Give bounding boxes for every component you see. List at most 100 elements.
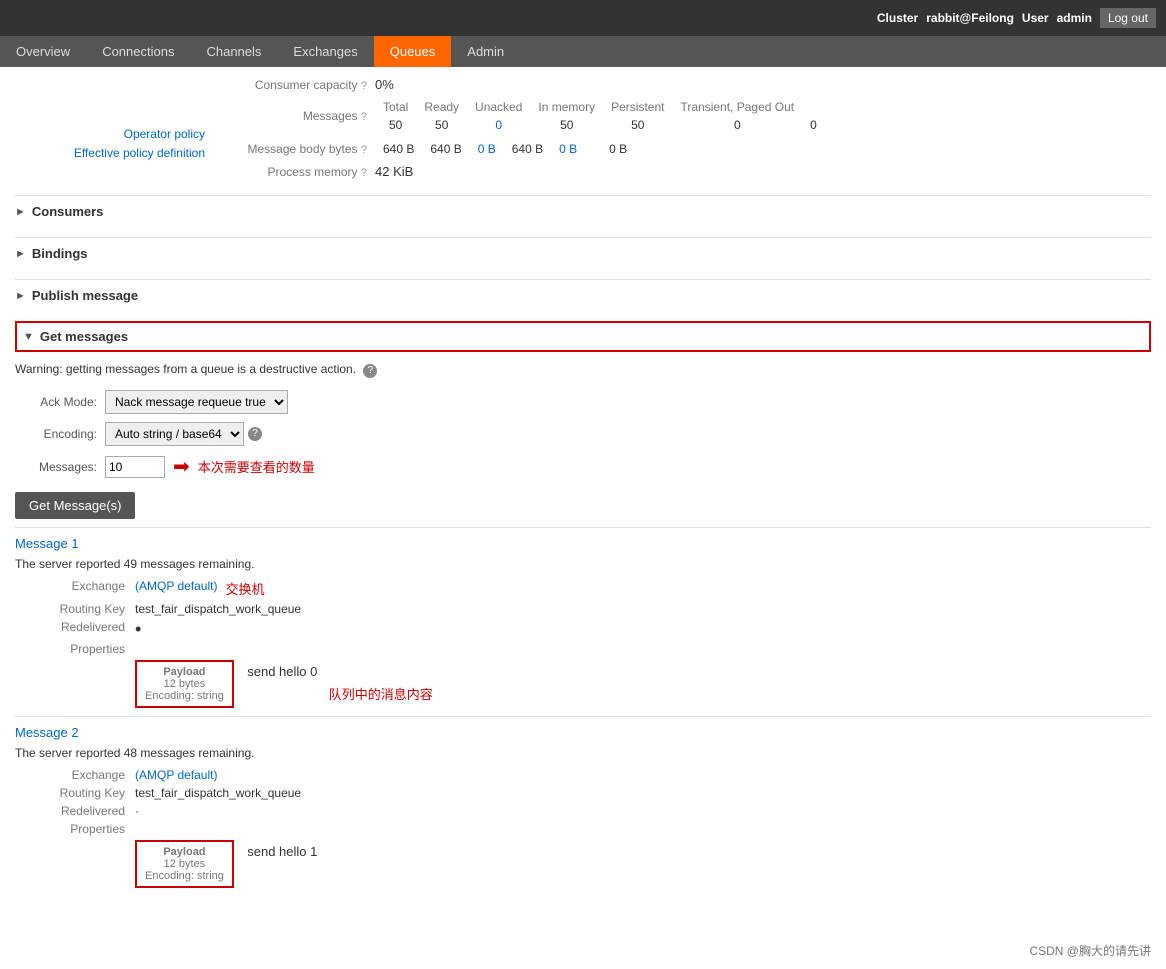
- get-messages-section-header[interactable]: ▼ Get messages: [15, 321, 1151, 352]
- body-transient2: 0 B: [601, 140, 635, 158]
- get-messages-label: Get messages: [40, 329, 128, 344]
- exchange-annotation: 交换机: [225, 579, 264, 598]
- message-body-bytes-table-container: 640 B 640 B 0 B 640 B 0 B 0 B: [375, 140, 635, 158]
- msg-ready: 50: [416, 116, 467, 134]
- payload-encoding-1: Encoding: string: [145, 690, 224, 702]
- msg-col-total: Total: [375, 98, 416, 116]
- consumer-capacity-row: Consumer capacity ? 0%: [215, 77, 1151, 92]
- consumers-label: Consumers: [32, 204, 104, 219]
- messages-input-row: Messages: ➡ 本次需要查看的数量: [15, 454, 1151, 479]
- message-2-title: Message 2: [15, 725, 1151, 740]
- ack-mode-group: Ack Mode: Nack message requeue true Ack …: [15, 390, 1151, 414]
- msg-total: 50: [375, 116, 416, 134]
- msg-col-ready: Ready: [416, 98, 467, 116]
- process-memory-value: 42 KiB: [375, 164, 413, 179]
- process-memory-label: Process memory ?: [215, 165, 375, 179]
- nav-exchanges[interactable]: Exchanges: [277, 36, 373, 67]
- body-transient1: [585, 140, 601, 158]
- message-2-redelivered-label: Redelivered: [15, 804, 135, 818]
- message-2-payload-value: send hello 1: [247, 840, 317, 859]
- messages-row: Messages ? Total Ready Unacked In memory…: [215, 98, 1151, 134]
- nav-queues[interactable]: Queues: [374, 36, 452, 67]
- queue-stats: Consumer capacity ? 0% Messages ? Total: [215, 77, 1151, 185]
- body-unacked: 0 B: [470, 140, 504, 158]
- process-memory-row: Process memory ? 42 KiB: [215, 164, 1151, 179]
- message-body-bytes-row: Message body bytes ? 640 B 640 B 0 B 640…: [215, 140, 1151, 158]
- encoding-help[interactable]: ?: [248, 427, 262, 441]
- payload-label-2: Payload: [145, 846, 224, 858]
- message-1-exchange-label: Exchange: [15, 579, 135, 598]
- msg-transient2: 0: [802, 116, 825, 134]
- messages-table: Total Ready Unacked In memory Persistent…: [375, 98, 825, 134]
- encoding-select[interactable]: Auto string / base64 base64: [105, 422, 244, 446]
- body-persistent: 0 B: [551, 140, 585, 158]
- messages-help[interactable]: ?: [361, 111, 367, 123]
- msg-col-inmemory: In memory: [530, 98, 603, 116]
- message-2-exchange-row: Exchange (AMQP default): [15, 768, 1151, 782]
- footer: CSDN @胸大的请先讲: [0, 932, 1166, 969]
- bindings-section-header[interactable]: ► Bindings: [15, 237, 1151, 269]
- get-messages-button[interactable]: Get Message(s): [15, 492, 135, 519]
- message-2-routing-value: test_fair_dispatch_work_queue: [135, 786, 301, 800]
- consumer-capacity-label: Consumer capacity ?: [215, 78, 375, 92]
- consumer-capacity-help[interactable]: ?: [361, 80, 367, 92]
- operator-policy-label: Operator policy: [15, 127, 205, 141]
- logout-button[interactable]: Log out: [1100, 8, 1156, 28]
- message-1-properties-row: Properties: [15, 642, 1151, 656]
- message-2-exchange-label: Exchange: [15, 768, 135, 782]
- annotation-text: 本次需要查看的数量: [198, 457, 315, 476]
- annotation-arrow: ➡: [173, 454, 190, 479]
- consumer-capacity-value: 0%: [375, 77, 394, 92]
- process-memory-help[interactable]: ?: [361, 167, 367, 179]
- message-2-properties-row: Properties: [15, 822, 1151, 836]
- message-2-remaining: The server reported 48 messages remainin…: [15, 746, 1151, 760]
- user-value: admin: [1057, 11, 1092, 25]
- msg-unacked: 0: [467, 116, 530, 134]
- payload-bytes: 12 bytes: [145, 678, 224, 690]
- nav-connections[interactable]: Connections: [86, 36, 190, 67]
- nav-channels[interactable]: Channels: [190, 36, 277, 67]
- footer-text: CSDN @胸大的请先讲: [1029, 944, 1151, 958]
- ack-mode-select[interactable]: Nack message requeue true Ack Reject req…: [105, 390, 288, 414]
- messages-table-container: Total Ready Unacked In memory Persistent…: [375, 98, 825, 134]
- user-label: User: [1022, 11, 1049, 25]
- message-1-routing-value: test_fair_dispatch_work_queue: [135, 602, 301, 616]
- encoding-group: Encoding: Auto string / base64 base64 ?: [15, 422, 1151, 446]
- warning-text: Warning: getting messages from a queue i…: [15, 362, 1151, 378]
- message-body-bytes-help[interactable]: ?: [361, 144, 367, 156]
- messages-count-input[interactable]: [105, 456, 165, 478]
- message-1-routing-label: Routing Key: [15, 602, 135, 616]
- consumers-arrow: ►: [15, 206, 26, 218]
- publish-message-section-header[interactable]: ► Publish message: [15, 279, 1151, 311]
- top-bar: Cluster rabbit@Feilong User admin Log ou…: [0, 0, 1166, 36]
- message-1-properties-label: Properties: [15, 642, 135, 656]
- bindings-arrow: ►: [15, 248, 26, 260]
- cluster-value: rabbit@Feilong: [926, 11, 1014, 25]
- payload-encoding-2: Encoding: string: [145, 870, 224, 882]
- messages-data-row: 50 50 0 50 50 0 0: [375, 116, 825, 134]
- msg-persistent: 50: [603, 116, 672, 134]
- message-2-exchange-value: (AMQP default): [135, 768, 217, 782]
- cluster-info: Cluster rabbit@Feilong User admin Log ou…: [877, 8, 1156, 28]
- publish-arrow: ►: [15, 290, 26, 302]
- message-1-payload-label: [15, 660, 135, 708]
- msg-inmemory: 50: [530, 116, 603, 134]
- message-body-bytes-table: 640 B 640 B 0 B 640 B 0 B 0 B: [375, 140, 635, 158]
- get-messages-arrow: ▼: [23, 331, 34, 343]
- message-1-payload-value: send hello 0: [247, 660, 317, 679]
- body-ready: 640 B: [422, 140, 469, 158]
- left-policy: Operator policy Effective policy definit…: [15, 77, 215, 185]
- msg-col-unacked: Unacked: [467, 98, 530, 116]
- message-1-payload-row: Payload 12 bytes Encoding: string send h…: [15, 660, 1151, 708]
- main-content: Operator policy Effective policy definit…: [0, 67, 1166, 912]
- consumers-section-header[interactable]: ► Consumers: [15, 195, 1151, 227]
- nav-overview[interactable]: Overview: [0, 36, 86, 67]
- message-1-redelivered-value: •: [135, 620, 141, 638]
- msg-transient1: 0: [672, 116, 802, 134]
- messages-label: Messages ?: [215, 109, 375, 123]
- nav-admin[interactable]: Admin: [451, 36, 520, 67]
- warning-help[interactable]: ?: [363, 364, 377, 378]
- message-1-remaining: The server reported 49 messages remainin…: [15, 557, 1151, 571]
- message-2-properties-label: Properties: [15, 822, 135, 836]
- message-1-redelivered-row: Redelivered •: [15, 620, 1151, 638]
